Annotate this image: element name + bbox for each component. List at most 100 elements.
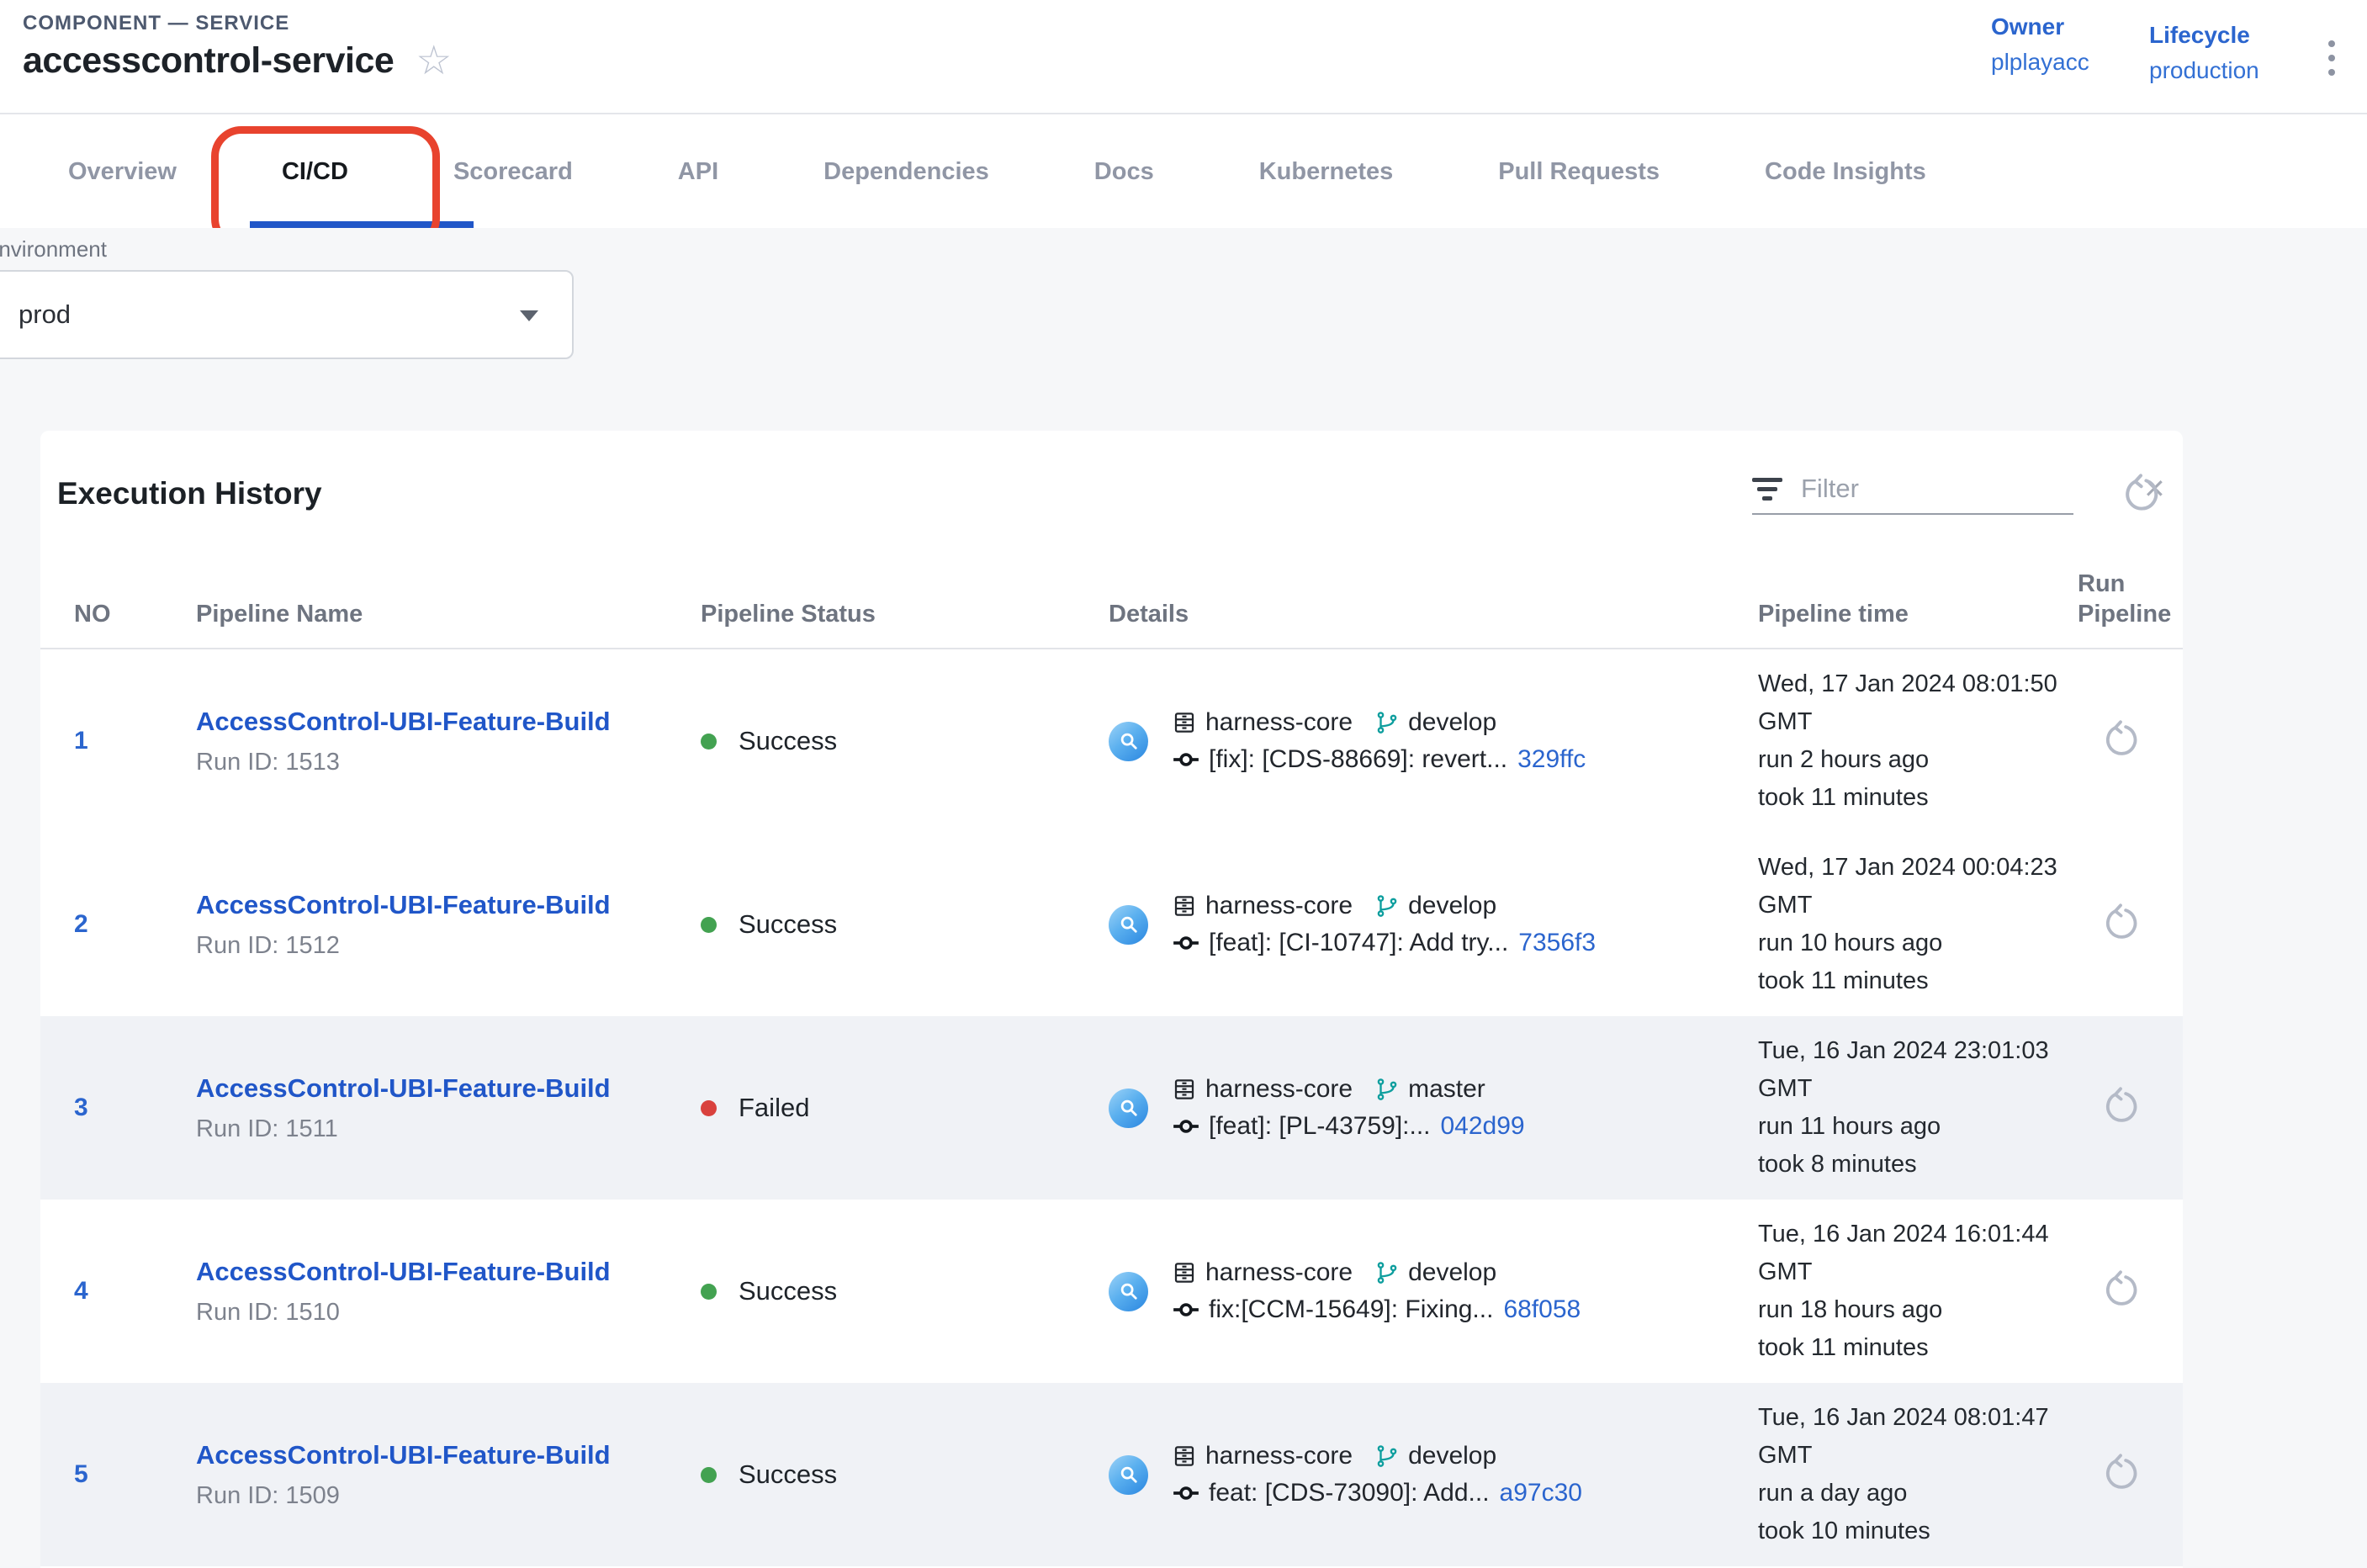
repository-icon [1172, 1077, 1197, 1102]
more-options-kebab-icon[interactable] [2325, 37, 2338, 79]
row-number: 4 [74, 1277, 196, 1306]
page-title: accesscontrol-service [23, 40, 394, 82]
commit-sha-link[interactable]: 042d99 [1441, 1112, 1525, 1141]
pipeline-time-gmt: Tue, 16 Jan 2024 08:01:47 GMT [1758, 1399, 2078, 1475]
commit-sha-link[interactable]: a97c30 [1500, 1479, 1582, 1507]
row-number: 3 [74, 1094, 196, 1122]
repository-icon [1172, 710, 1197, 735]
status-dot [701, 1284, 717, 1300]
pipeline-duration: took 11 minutes [1758, 962, 2078, 1000]
status-dot [701, 1467, 717, 1483]
status-label: Success [739, 1276, 837, 1306]
run-pipeline-icon[interactable] [2101, 720, 2140, 759]
ci-module-icon [1109, 905, 1148, 945]
commit-sha-link[interactable]: 329ffc [1517, 745, 1586, 774]
branch-name: develop [1408, 708, 1496, 737]
repository-name: harness-core [1205, 1075, 1353, 1104]
commit-message: [feat]: [PL-43759]:... [1209, 1112, 1431, 1141]
tab-dependencies[interactable]: Dependencies [823, 158, 989, 186]
table-header-row: NO Pipeline Name Pipeline Status Details… [40, 557, 2183, 649]
pipeline-time-gmt: Wed, 17 Jan 2024 00:04:23 GMT [1758, 849, 2078, 924]
execution-history-title: Execution History [57, 476, 322, 511]
run-id: Run ID: 1511 [196, 1115, 701, 1143]
git-commit-icon [1172, 1112, 1200, 1141]
filter-input[interactable] [1801, 474, 2137, 504]
status-label: Success [739, 909, 837, 940]
ci-module-icon [1109, 1272, 1148, 1311]
pipeline-name-link[interactable]: AccessControl-UBI-Feature-Build [196, 1440, 701, 1470]
lifecycle-label: Lifecycle [2149, 22, 2259, 49]
pipeline-name-link[interactable]: AccessControl-UBI-Feature-Build [196, 707, 701, 737]
status-dot [701, 734, 717, 750]
owner-value-link[interactable]: plplayacc [1991, 49, 2089, 76]
run-pipeline-icon[interactable] [2101, 903, 2140, 942]
pipeline-name-link[interactable]: AccessControl-UBI-Feature-Build [196, 1073, 701, 1104]
repository-icon [1172, 1444, 1197, 1469]
pipeline-time-ago: run 11 hours ago [1758, 1108, 2078, 1146]
tab-code-insights[interactable]: Code Insights [1765, 158, 1926, 186]
run-pipeline-icon[interactable] [2101, 1454, 2140, 1492]
ci-module-icon [1109, 722, 1148, 761]
pipeline-time-gmt: Tue, 16 Jan 2024 16:01:44 GMT [1758, 1216, 2078, 1291]
git-branch-icon [1374, 710, 1400, 735]
pipeline-duration: took 11 minutes [1758, 779, 2078, 817]
environment-label: Environment [0, 236, 107, 262]
execution-rows: 1 AccessControl-UBI-Feature-Build Run ID… [40, 649, 2183, 1566]
git-branch-icon [1374, 1260, 1400, 1285]
commit-sha-link[interactable]: 68f058 [1503, 1295, 1581, 1324]
commit-message: feat: [CDS-73090]: Add... [1209, 1479, 1490, 1507]
repository-name: harness-core [1205, 1442, 1353, 1470]
tab-scorecard[interactable]: Scorecard [453, 158, 573, 186]
active-tab-underline [250, 221, 474, 228]
pipeline-name-link[interactable]: AccessControl-UBI-Feature-Build [196, 1257, 701, 1287]
repository-icon [1172, 1260, 1197, 1285]
ci-module-icon [1109, 1089, 1148, 1128]
pipeline-duration: took 8 minutes [1758, 1146, 2078, 1184]
tab-bar: Overview CI/CD Scorecard API Dependencie… [0, 116, 2367, 228]
commit-message: [fix]: [CDS-88669]: revert... [1209, 745, 1507, 774]
cicd-tab-content: Environment prod Execution History ✕ [0, 228, 2367, 1568]
pipeline-time-gmt: Tue, 16 Jan 2024 23:01:03 GMT [1758, 1032, 2078, 1108]
environment-dropdown[interactable]: prod [0, 270, 574, 359]
status-label: Failed [739, 1093, 809, 1123]
column-header-run: Run Pipeline [2078, 569, 2183, 629]
pipeline-name-link[interactable]: AccessControl-UBI-Feature-Build [196, 890, 701, 920]
tab-kubernetes[interactable]: Kubernetes [1259, 158, 1394, 186]
column-header-status: Pipeline Status [701, 599, 1109, 629]
git-branch-icon [1374, 893, 1400, 919]
tab-cicd[interactable]: CI/CD [282, 158, 348, 186]
pipeline-time-ago: run 2 hours ago [1758, 741, 2078, 779]
run-id: Run ID: 1513 [196, 749, 701, 776]
tab-overview[interactable]: Overview [68, 158, 177, 186]
run-id: Run ID: 1509 [196, 1482, 701, 1510]
tab-pull-requests[interactable]: Pull Requests [1498, 158, 1660, 186]
run-pipeline-icon[interactable] [2101, 1087, 2140, 1126]
chevron-down-icon [520, 310, 538, 321]
git-commit-icon [1172, 745, 1200, 774]
branch-name: develop [1408, 1258, 1496, 1287]
column-header-time: Pipeline time [1758, 599, 2078, 629]
column-header-no: NO [74, 599, 196, 629]
pipeline-time-gmt: Wed, 17 Jan 2024 08:01:50 GMT [1758, 665, 2078, 741]
table-row: 1 AccessControl-UBI-Feature-Build Run ID… [40, 649, 2183, 833]
git-commit-icon [1172, 929, 1200, 957]
ci-module-icon [1109, 1455, 1148, 1495]
run-pipeline-icon[interactable] [2101, 1270, 2140, 1309]
refresh-list-icon[interactable] [2121, 474, 2161, 514]
pipeline-duration: took 10 minutes [1758, 1512, 2078, 1550]
table-row: 2 AccessControl-UBI-Feature-Build Run ID… [40, 833, 2183, 1016]
column-header-details: Details [1109, 599, 1758, 629]
branch-name: develop [1408, 892, 1496, 920]
repository-name: harness-core [1205, 1258, 1353, 1287]
commit-sha-link[interactable]: 7356f3 [1518, 929, 1596, 957]
tab-docs[interactable]: Docs [1094, 158, 1154, 186]
filter-icon [1752, 478, 1782, 501]
favorite-star-icon[interactable]: ☆ [416, 41, 452, 82]
git-branch-icon [1374, 1077, 1400, 1102]
tab-api[interactable]: API [678, 158, 718, 186]
git-commit-icon [1172, 1479, 1200, 1507]
row-number: 2 [74, 910, 196, 939]
environment-selected-value: prod [19, 299, 71, 330]
column-header-name: Pipeline Name [196, 599, 701, 629]
run-id: Run ID: 1512 [196, 932, 701, 960]
